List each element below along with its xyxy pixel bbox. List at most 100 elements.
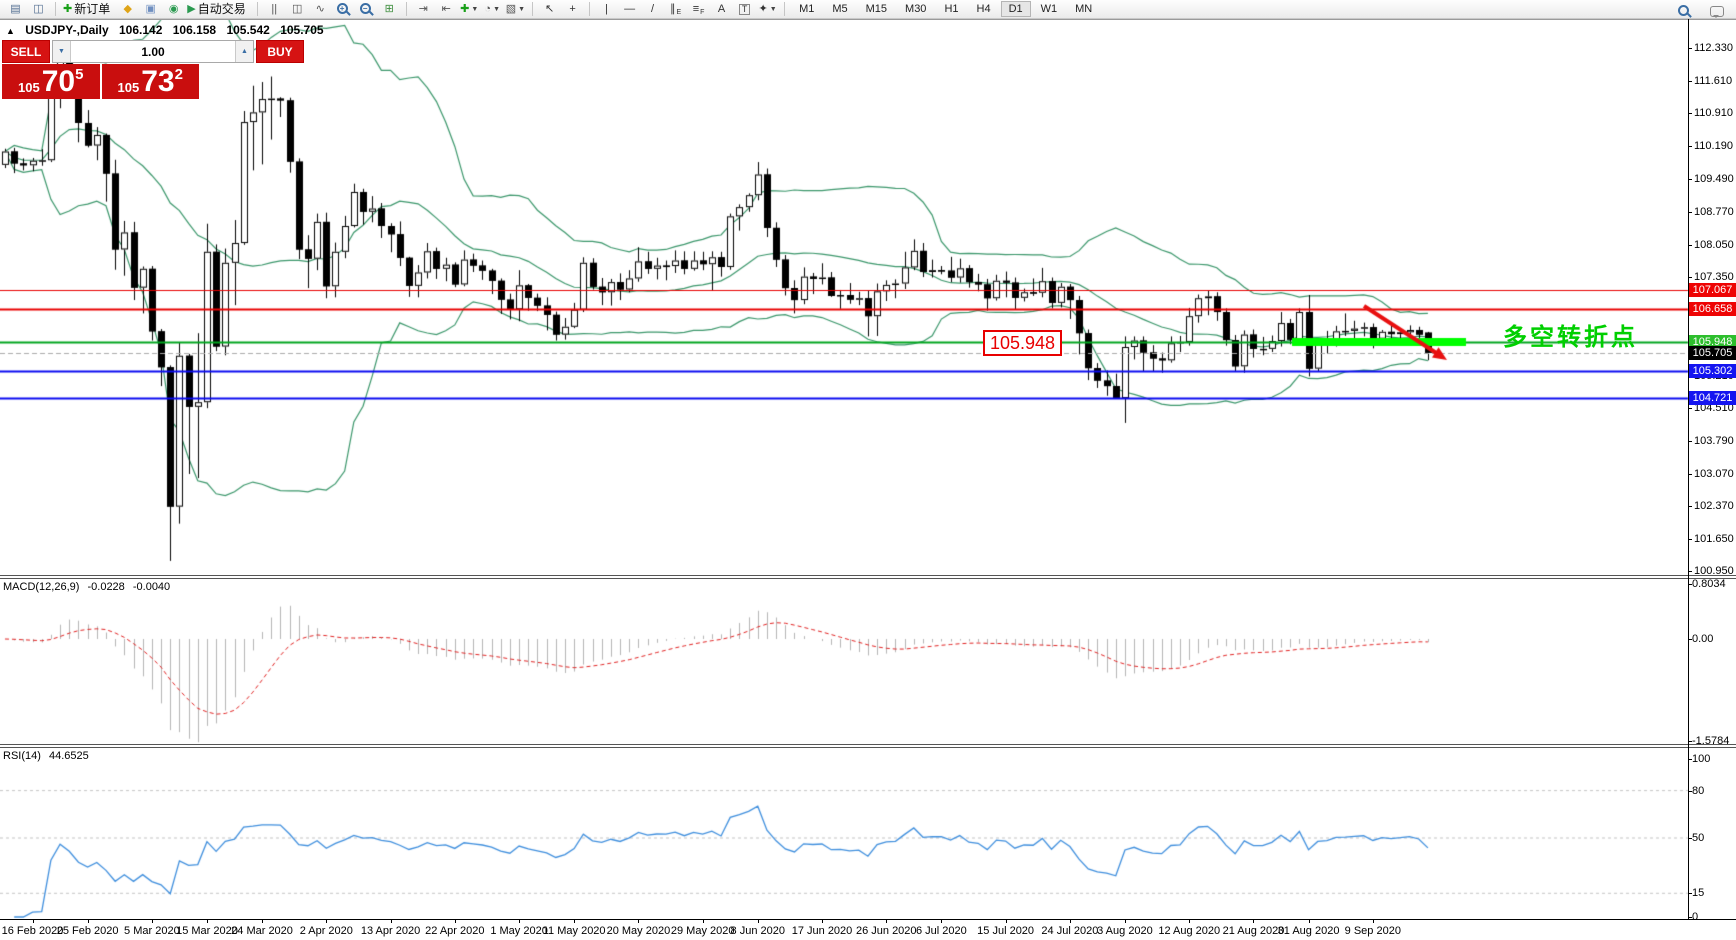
- tile-windows-icon[interactable]: ⊞: [378, 1, 401, 18]
- volume-decrease-button[interactable]: ▼: [53, 41, 71, 62]
- price-tick-label: 101.650: [1694, 533, 1734, 545]
- price-tick-label: 109.490: [1694, 173, 1734, 185]
- timeframe-m15[interactable]: M15: [858, 1, 895, 17]
- timeframe-m1[interactable]: M1: [791, 1, 822, 17]
- date-label: 20 May 2020: [607, 925, 671, 937]
- text-icon[interactable]: A: [710, 1, 733, 18]
- toolbar-separator: [55, 2, 56, 16]
- auto-scroll-icon: ⇥: [419, 4, 428, 15]
- date-label: 31 Aug 2020: [1278, 925, 1340, 937]
- volume-input[interactable]: [71, 41, 235, 62]
- signal-icon[interactable]: ◉: [162, 1, 185, 18]
- pane-separator[interactable]: [0, 744, 1736, 745]
- chat-icon[interactable]: [1705, 2, 1728, 19]
- shapes-button[interactable]: ✦▼: [756, 1, 779, 18]
- fibonacci-icon[interactable]: ≡F: [687, 1, 710, 18]
- new-order-button: ✚: [63, 4, 72, 15]
- timeframe-mn[interactable]: MN: [1067, 1, 1100, 17]
- candlestick-chart-icon[interactable]: ◫: [286, 1, 309, 18]
- zoom-in-icon[interactable]: +: [332, 1, 355, 18]
- axis-tick: [1688, 245, 1692, 246]
- timeframe-m5[interactable]: M5: [824, 1, 855, 17]
- indicators-button: ✚: [460, 4, 469, 15]
- timeframe-d1[interactable]: D1: [1001, 1, 1031, 17]
- price-tick-label: 110.190: [1694, 140, 1733, 152]
- channel-icon[interactable]: ∥E: [664, 1, 687, 18]
- price-tick-label: 102.370: [1694, 500, 1734, 512]
- one-click-trading-panel: SELL ▼ ▲ BUY 105 70 5 105 73 2: [2, 40, 199, 99]
- timeframe-h1[interactable]: H1: [936, 1, 966, 17]
- pane-separator[interactable]: [0, 747, 1736, 748]
- date-label: 16 Feb 2020: [2, 925, 64, 937]
- time-tick: [1309, 920, 1310, 923]
- crosshair-icon[interactable]: +: [561, 1, 584, 18]
- axis-tick: [1688, 584, 1692, 585]
- indicators-button-caret-icon: ▼: [471, 6, 478, 13]
- timeframe-w1[interactable]: W1: [1033, 1, 1066, 17]
- chart-canvas[interactable]: [0, 0, 1736, 940]
- templates-button[interactable]: ▧▼: [504, 1, 527, 18]
- toolbar-separator: [532, 2, 533, 16]
- cursor-icon[interactable]: ↖: [538, 1, 561, 18]
- date-label: 5 Mar 2020: [124, 925, 180, 937]
- rsi-header: RSI(14) 44.6525: [3, 750, 94, 762]
- toolbar: ▤◫✚新订单◆▣◉▶自动交易||◫∿+−⊞⇥⇤✚▼◔▼▧▼↖+|—/∥E≡FAT…: [0, 0, 1736, 19]
- date-label: 17 Jun 2020: [792, 925, 853, 937]
- channel-icon: ∥: [670, 4, 676, 15]
- buy-price-button[interactable]: 105 73 2: [102, 64, 200, 99]
- pane-separator[interactable]: [0, 578, 1736, 579]
- profiles-icon[interactable]: ◫: [27, 1, 50, 18]
- line-chart-icon[interactable]: ∿: [309, 1, 332, 18]
- toolbar-divider: [0, 19, 1736, 20]
- date-label: 13 Apr 2020: [361, 925, 420, 937]
- rsi-tick-label: 100: [1692, 753, 1710, 765]
- sell-price-button[interactable]: 105 70 5: [2, 64, 100, 99]
- price-tick-label: 103.070: [1694, 468, 1734, 480]
- new-order-button[interactable]: ✚新订单: [61, 1, 116, 18]
- timeframe-m30[interactable]: M30: [897, 1, 934, 17]
- time-tick: [574, 920, 575, 923]
- axis-tick: [1688, 571, 1692, 572]
- bar-chart-icon[interactable]: ||: [263, 1, 286, 18]
- price-badge: 104.721: [1689, 391, 1736, 405]
- date-label: 22 Apr 2020: [425, 925, 484, 937]
- search-icon[interactable]: [1672, 2, 1695, 19]
- price-tick-label: 111.610: [1694, 75, 1732, 87]
- vertical-line-icon[interactable]: |: [595, 1, 618, 18]
- trendline-icon[interactable]: /: [641, 1, 664, 18]
- price-tick-label: 108.050: [1694, 239, 1734, 251]
- price-text-annotation[interactable]: 105.948: [983, 330, 1062, 356]
- rsi-tick-label: 80: [1692, 785, 1704, 797]
- rsi-tick-label: 0: [1692, 911, 1698, 923]
- terminal-icon[interactable]: ▣: [139, 1, 162, 18]
- zoom-out-icon[interactable]: −: [355, 1, 378, 18]
- shapes-button: ✦: [758, 4, 767, 15]
- label-icon[interactable]: T: [733, 1, 756, 18]
- horizontal-line-icon[interactable]: —: [618, 1, 641, 18]
- date-label: 11 May 2020: [543, 925, 606, 937]
- signal-icon: ◉: [169, 4, 179, 15]
- indicators-button[interactable]: ✚▼: [458, 1, 481, 18]
- date-label: 2 Apr 2020: [300, 925, 353, 937]
- turning-point-annotation[interactable]: 多空转折点: [1503, 317, 1638, 352]
- macd-header: MACD(12,26,9) -0.0228 -0.0040: [3, 581, 175, 593]
- chart-shift-icon[interactable]: ⇤: [435, 1, 458, 18]
- time-tick: [1070, 920, 1071, 923]
- auto-scroll-icon[interactable]: ⇥: [412, 1, 435, 18]
- volume-increase-button[interactable]: ▲: [235, 41, 253, 62]
- new-chart-icon: ▤: [10, 4, 20, 15]
- axis-tick: [1688, 113, 1692, 114]
- axis-tick: [1688, 408, 1692, 409]
- date-label: 15 Jul 2020: [977, 925, 1034, 937]
- date-label: 24 Jul 2020: [1041, 925, 1098, 937]
- new-chart-icon[interactable]: ▤: [4, 1, 27, 18]
- sell-button[interactable]: SELL: [2, 40, 50, 63]
- pane-separator[interactable]: [0, 575, 1736, 576]
- autotrade-button[interactable]: ▶自动交易: [185, 1, 251, 18]
- periods-button[interactable]: ◔▼: [481, 1, 504, 18]
- axis-tick: [1688, 474, 1692, 475]
- buy-button[interactable]: BUY: [256, 40, 304, 63]
- timeframe-h4[interactable]: H4: [969, 1, 999, 17]
- metaeditor-icon[interactable]: ◆: [116, 1, 139, 18]
- timeframe-bar: M1M5M15M30H1H4D1W1MN: [790, 1, 1101, 17]
